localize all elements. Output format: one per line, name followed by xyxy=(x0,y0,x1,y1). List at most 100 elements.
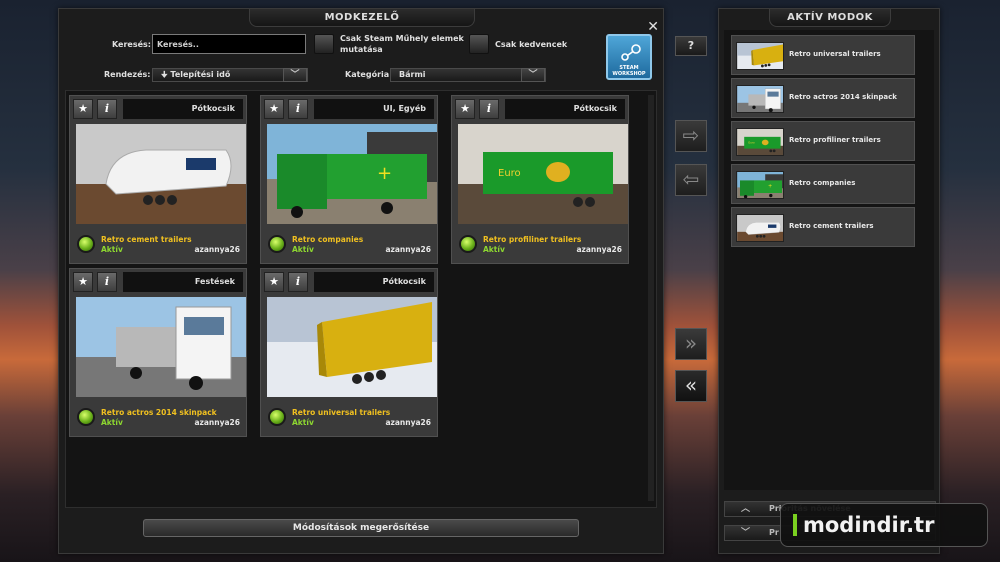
mod-status: Aktív xyxy=(292,245,314,254)
star-icon[interactable]: ★ xyxy=(73,272,93,292)
mod-status: Aktív xyxy=(292,418,314,427)
steam-only-checkbox[interactable] xyxy=(314,34,334,54)
mod-category: Pótkocsik xyxy=(123,99,243,119)
watermark-logo: modindir.tr xyxy=(780,503,988,547)
steam-icon xyxy=(621,44,641,61)
active-mod-item[interactable]: Retro actros 2014 skinpack xyxy=(731,78,915,118)
active-mod-thumbnail xyxy=(736,85,784,113)
mod-thumbnail xyxy=(76,124,246,224)
mod-name: Retro profiliner trailers xyxy=(483,235,582,244)
active-mod-thumbnail xyxy=(736,214,784,242)
mod-thumbnail: + xyxy=(267,124,437,224)
star-icon[interactable]: ★ xyxy=(264,272,284,292)
double-arrow-left-icon[interactable]: « xyxy=(675,370,707,402)
watermark-text: modindir.tr xyxy=(803,513,935,537)
mod-card[interactable]: ★ i Pótkocsik Retro cement trailers Aktí… xyxy=(69,95,247,264)
mod-status: Aktív xyxy=(101,245,123,254)
info-icon[interactable]: i xyxy=(479,99,499,119)
info-icon[interactable]: i xyxy=(288,272,308,292)
mod-card[interactable]: ★ i Festések Retro actros 2014 skinpack … xyxy=(69,268,247,437)
mod-name: Retro companies xyxy=(292,235,364,244)
mod-name: Retro actros 2014 skinpack xyxy=(101,408,217,417)
active-mod-item[interactable]: Euro Retro profiliner trailers xyxy=(731,121,915,161)
mod-author: azannya26 xyxy=(385,245,431,254)
mod-card-header: ★ i Pótkocsik xyxy=(73,99,243,119)
arrow-right-icon[interactable]: ⇨ xyxy=(675,120,707,152)
mod-card-header: ★ i UI, Egyéb xyxy=(264,99,434,119)
status-active-icon xyxy=(268,235,286,253)
arrow-left-icon[interactable]: ⇦ xyxy=(675,164,707,196)
mod-category: Pótkocsik xyxy=(505,99,625,119)
svg-text:+: + xyxy=(768,183,772,189)
confirm-changes-button[interactable]: Módosítások megerősítése xyxy=(143,519,579,537)
active-mod-name: Retro companies xyxy=(789,179,856,187)
info-icon[interactable]: i xyxy=(288,99,308,119)
mod-status: Aktív xyxy=(101,418,123,427)
mod-thumbnail xyxy=(76,297,246,397)
star-icon[interactable]: ★ xyxy=(455,99,475,119)
chevron-down-icon[interactable]: ﹀ xyxy=(283,68,307,82)
mod-card[interactable]: ★ i UI, Egyéb + Retro companies Aktív az… xyxy=(260,95,438,264)
category-value: Bármi xyxy=(399,70,426,79)
active-mod-name: Retro profiliner trailers xyxy=(789,136,881,144)
active-mod-thumbnail: Euro xyxy=(736,128,784,156)
mod-thumbnail xyxy=(267,297,437,397)
active-mods-list: Retro universal trailers Retro actros 20… xyxy=(724,30,934,490)
status-active-icon xyxy=(77,408,95,426)
mod-status: Aktív xyxy=(483,245,505,254)
search-input[interactable] xyxy=(152,34,306,54)
mod-name: Retro universal trailers xyxy=(292,408,391,417)
mod-category: Pótkocsik xyxy=(314,272,434,292)
active-mod-item[interactable]: Retro universal trailers xyxy=(731,35,915,75)
mod-manager-title: MODKEZELŐ xyxy=(249,9,475,27)
double-arrow-right-icon[interactable]: » xyxy=(675,328,707,360)
mod-card[interactable]: ★ i Pótkocsik Retro universal trailers A… xyxy=(260,268,438,437)
active-mod-item[interactable]: Retro cement trailers xyxy=(731,207,915,247)
priority-down-label: Pr xyxy=(769,528,779,537)
svg-text:Euro: Euro xyxy=(748,141,755,145)
mod-card[interactable]: ★ i Pótkocsik Euro Retro profiliner trai… xyxy=(451,95,629,264)
active-mod-name: Retro cement trailers xyxy=(789,222,874,230)
info-icon[interactable]: i xyxy=(97,272,117,292)
active-mods-title: AKTÍV MODOK xyxy=(769,9,891,27)
sort-dropdown[interactable]: 🠋 Telepítési idő ﹀ xyxy=(152,68,308,82)
mod-thumbnail: Euro xyxy=(458,124,628,224)
mod-card-header: ★ i Pótkocsik xyxy=(455,99,625,119)
active-mod-thumbnail: + xyxy=(736,171,784,199)
steam-workshop-button[interactable]: STEAM WORKSHOP xyxy=(606,34,652,80)
steam-button-line2: WORKSHOP xyxy=(612,71,646,77)
mod-card-header: ★ i Pótkocsik xyxy=(264,272,434,292)
mod-category: Festések xyxy=(123,272,243,292)
svg-text:Euro: Euro xyxy=(498,168,521,179)
svg-text:+: + xyxy=(377,163,392,184)
active-mod-item[interactable]: + Retro companies xyxy=(731,164,915,204)
status-active-icon xyxy=(268,408,286,426)
active-mod-thumbnail xyxy=(736,42,784,70)
mod-author: azannya26 xyxy=(194,418,240,427)
mod-author: azannya26 xyxy=(385,418,431,427)
close-icon[interactable]: ✕ xyxy=(647,19,659,35)
grid-scrollbar[interactable] xyxy=(648,95,654,501)
sort-label: Rendezés: xyxy=(104,70,151,79)
mod-card-header: ★ i Festések xyxy=(73,272,243,292)
category-dropdown[interactable]: Bármi ﹀ xyxy=(390,68,546,82)
favorites-checkbox[interactable] xyxy=(469,34,489,54)
mod-category: UI, Egyéb xyxy=(314,99,434,119)
active-mod-name: Retro universal trailers xyxy=(789,50,881,58)
status-active-icon xyxy=(77,235,95,253)
help-button[interactable]: ? xyxy=(675,36,707,56)
star-icon[interactable]: ★ xyxy=(264,99,284,119)
status-active-icon xyxy=(459,235,477,253)
mod-author: azannya26 xyxy=(576,245,622,254)
category-label: Kategória: xyxy=(345,70,393,79)
star-icon[interactable]: ★ xyxy=(73,99,93,119)
chevron-down-icon: ﹀ xyxy=(741,528,751,538)
mod-author: azannya26 xyxy=(194,245,240,254)
steam-only-label-line2: mutatása xyxy=(340,45,383,54)
favorites-label: Csak kedvencek xyxy=(495,40,568,49)
chevron-up-icon: ︿ xyxy=(741,504,751,514)
info-icon[interactable]: i xyxy=(97,99,117,119)
chevron-down-icon[interactable]: ﹀ xyxy=(521,68,545,82)
steam-only-label-line1: Csak Steam Műhely elemek xyxy=(340,34,464,43)
search-label: Keresés: xyxy=(112,40,152,49)
